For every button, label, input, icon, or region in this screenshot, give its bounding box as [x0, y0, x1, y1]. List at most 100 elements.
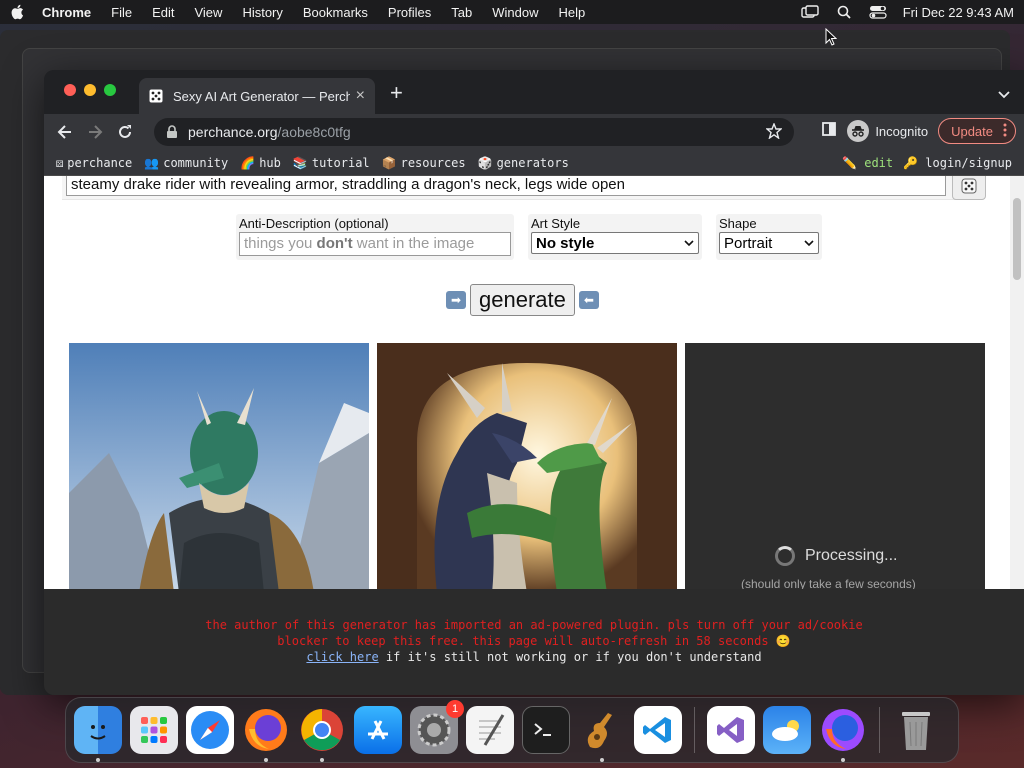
shape-box: Shape Portrait [716, 214, 822, 260]
launchpad-icon[interactable] [130, 706, 178, 754]
arrow-right-icon: ➡ [446, 291, 466, 309]
url-host: perchance.org [188, 124, 278, 140]
menu-edit[interactable]: Edit [152, 5, 174, 20]
chevron-down-icon [804, 239, 814, 246]
bookmark-perchance[interactable]: ⚄ perchance [56, 156, 132, 170]
art-style-box: Art Style No style [528, 214, 702, 260]
weather-icon[interactable] [763, 706, 811, 754]
menu-bar: Chrome File Edit View History Bookmarks … [0, 0, 1024, 24]
mouse-cursor-icon [825, 28, 837, 46]
bookmark-tutorial[interactable]: 📚 tutorial [293, 156, 370, 170]
generated-image-2[interactable] [377, 343, 677, 589]
bookmark-label: hub [259, 155, 281, 170]
lock-icon[interactable] [166, 125, 178, 139]
bookmark-label: resources [400, 155, 466, 170]
menu-view[interactable]: View [194, 5, 222, 20]
art-style-label: Art Style [531, 216, 581, 231]
trash-icon[interactable] [892, 706, 940, 754]
shape-value: Portrait [724, 234, 773, 252]
menu-history[interactable]: History [242, 5, 282, 20]
menu-tab[interactable]: Tab [451, 5, 472, 20]
placeholder-text: want in the image [352, 235, 475, 252]
page-scrollbar[interactable] [1010, 176, 1024, 589]
menu-help[interactable]: Help [559, 5, 586, 20]
menu-file[interactable]: File [111, 5, 132, 20]
anti-description-box: Anti-Description (optional) things you d… [236, 214, 514, 260]
update-button[interactable]: Update [938, 118, 1016, 144]
notification-badge: 1 [446, 700, 464, 718]
back-button[interactable] [52, 119, 78, 145]
tab-active[interactable]: Sexy AI Art Generator — Perch × [139, 78, 375, 114]
bookmark-generators[interactable]: 🎲 generators [478, 156, 569, 170]
anti-description-input[interactable]: things you don't want in the image [239, 232, 511, 256]
tab-search-chevron-icon[interactable] [998, 86, 1010, 104]
chrome-icon[interactable] [298, 706, 346, 762]
spotlight-search-icon[interactable] [835, 5, 853, 19]
tab-title: Sexy AI Art Generator — Perch [173, 88, 350, 104]
minimize-window-button[interactable] [84, 84, 96, 96]
menu-profiles[interactable]: Profiles [388, 5, 431, 20]
visual-studio-icon[interactable] [707, 706, 755, 754]
system-settings-icon[interactable]: 1 [410, 700, 464, 754]
bookmark-star-icon[interactable] [765, 121, 783, 142]
login-signup-link[interactable]: 🔑 login/signup [903, 156, 1012, 170]
firefox-dev-icon[interactable] [819, 706, 867, 762]
placeholder-text: things you [244, 235, 317, 252]
side-panel-icon[interactable] [821, 121, 837, 142]
terminal-icon[interactable] [522, 706, 570, 754]
firefox-icon[interactable] [242, 706, 290, 762]
art-style-select[interactable]: No style [531, 232, 699, 254]
tab-close-icon[interactable]: × [356, 87, 365, 105]
running-indicator [264, 758, 268, 762]
package-icon: 📦 [381, 155, 397, 170]
address-bar[interactable]: perchance.org /aobe8c0tfg [154, 118, 794, 146]
click-here-link[interactable]: click here [306, 650, 378, 664]
finder-icon[interactable] [74, 706, 122, 762]
zoom-window-button[interactable] [104, 84, 116, 96]
generate-row: ➡ generate ⬅ [446, 284, 599, 316]
forward-button[interactable] [82, 119, 108, 145]
screen-mirroring-icon[interactable] [801, 5, 819, 19]
scrollbar-thumb[interactable] [1013, 198, 1021, 280]
bookmark-hub[interactable]: 🌈 hub [240, 156, 281, 170]
menubar-clock[interactable]: Fri Dec 22 9:43 AM [903, 5, 1014, 20]
page-content: steamy drake rider with revealing armor,… [44, 176, 1024, 589]
vscode-icon[interactable] [634, 706, 682, 754]
image-results: Processing... (should only take a few se… [69, 343, 985, 589]
window-controls [64, 84, 116, 96]
apple-icon[interactable] [10, 4, 24, 20]
menu-bookmarks[interactable]: Bookmarks [303, 5, 368, 20]
textedit-icon[interactable] [466, 706, 514, 754]
bookmark-community[interactable]: 👥 community [144, 156, 228, 170]
menu-app-name[interactable]: Chrome [42, 5, 91, 20]
arrow-left-icon: ⬅ [578, 291, 599, 309]
running-indicator [96, 758, 100, 762]
bookmark-label: perchance [67, 155, 133, 170]
perchance-dice-icon: ⚄ [56, 155, 64, 170]
shape-label: Shape [719, 216, 757, 231]
more-menu-icon[interactable] [1003, 123, 1007, 140]
menu-window[interactable]: Window [492, 5, 538, 20]
prompt-row: steamy drake rider with revealing armor,… [62, 176, 986, 200]
community-people-icon: 👥 [144, 155, 160, 170]
perchance-favicon-icon [149, 89, 163, 103]
garageband-icon[interactable] [578, 706, 626, 762]
running-indicator [841, 758, 845, 762]
notice-line-1: the author of this generator has importe… [205, 618, 863, 632]
bookmarks-right: ✏️ edit 🔑 login/signup [842, 156, 1012, 170]
shape-select[interactable]: Portrait [719, 232, 819, 254]
reload-button[interactable] [112, 119, 138, 145]
description-input[interactable]: steamy drake rider with revealing armor,… [66, 176, 946, 196]
edit-link[interactable]: ✏️ edit [842, 156, 893, 170]
generated-image-1[interactable] [69, 343, 369, 589]
close-window-button[interactable] [64, 84, 76, 96]
generate-button[interactable]: generate [470, 284, 575, 316]
safari-icon[interactable] [186, 706, 234, 754]
new-tab-button[interactable]: + [390, 82, 403, 104]
dock-separator [879, 707, 880, 753]
incognito-indicator[interactable]: Incognito [847, 120, 928, 142]
control-center-icon[interactable] [869, 5, 887, 19]
randomize-dice-button[interactable] [952, 176, 986, 200]
app-store-icon[interactable] [354, 706, 402, 754]
bookmark-resources[interactable]: 📦 resources [382, 156, 466, 170]
